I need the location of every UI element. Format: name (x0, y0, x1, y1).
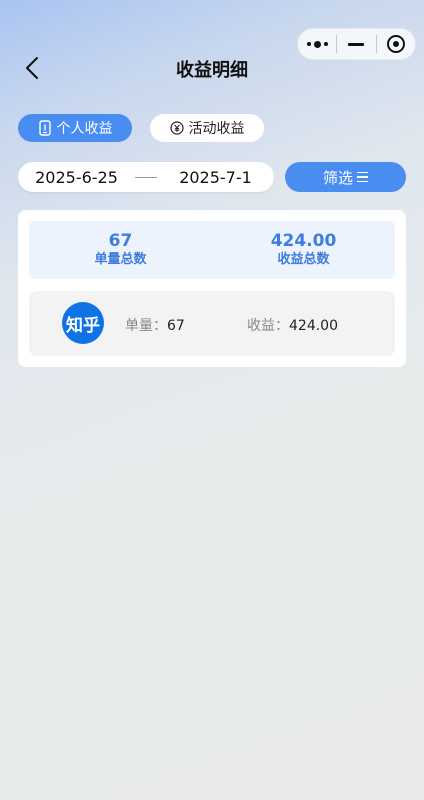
more-dots-icon (306, 40, 328, 48)
income-value: 424.00 (289, 318, 338, 334)
yen-circle-icon (169, 120, 184, 136)
platform-income: 收益：424.00 (247, 315, 338, 335)
list-item[interactable]: 知乎 单量：67 收益：424.00 (29, 291, 395, 356)
target-circle-icon (386, 35, 405, 53)
menu-lines-icon (357, 171, 368, 183)
filter-button[interactable]: 筛选 (285, 162, 406, 192)
minimize-button[interactable] (337, 29, 375, 59)
tab-label: 个人收益 (56, 121, 113, 137)
minimize-icon (348, 42, 365, 46)
platform-order-count: 单量：67 (125, 315, 185, 335)
tab-label: 活动收益 (188, 121, 245, 137)
order-total-stat: 67 单量总数 (29, 221, 212, 279)
zhihu-logo: 知乎 (62, 302, 104, 344)
back-button[interactable] (20, 54, 44, 82)
date-separator (135, 176, 157, 178)
income-card: 67 单量总数 424.00 收益总数 知乎 单量：67 收益：424.00 (18, 210, 406, 367)
end-date[interactable]: 2025-7-1 (157, 168, 274, 187)
tab-personal-income[interactable]: 个人收益 (18, 114, 132, 142)
income-total-label: 收益总数 (277, 252, 330, 267)
start-date[interactable]: 2025-6-25 (18, 168, 135, 187)
chevron-left-icon (26, 57, 38, 79)
phone-icon (38, 120, 52, 136)
order-total-label: 单量总数 (94, 252, 147, 267)
tab-activity-income[interactable]: 活动收益 (150, 114, 264, 142)
count-label: 单量： (125, 318, 167, 334)
date-range-picker: 2025-6-25 2025-7-1 (18, 162, 274, 192)
miniprogram-capsule (297, 28, 416, 60)
filter-button-label: 筛选 (322, 168, 353, 187)
income-label: 收益： (247, 318, 289, 334)
count-value: 67 (167, 318, 185, 334)
order-total-value: 67 (108, 231, 133, 251)
income-total-stat: 424.00 收益总数 (212, 221, 395, 279)
close-miniprogram-button[interactable] (377, 29, 415, 59)
summary-panel: 67 单量总数 424.00 收益总数 (29, 221, 395, 279)
income-total-value: 424.00 (270, 231, 337, 251)
more-button[interactable] (298, 29, 336, 59)
